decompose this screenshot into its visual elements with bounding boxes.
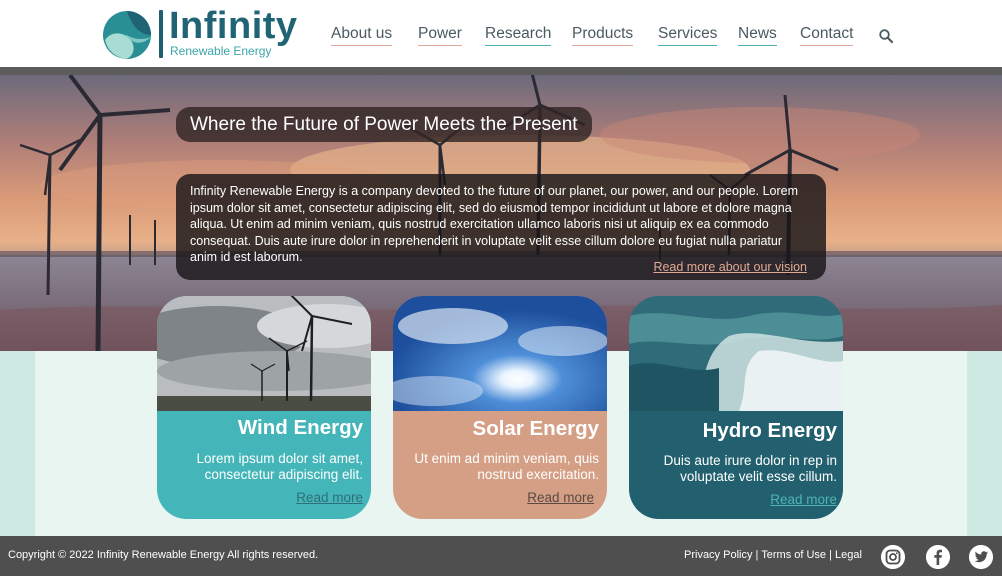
solar-energy-card: Solar Energy Ut enim ad minim veniam, qu… <box>393 296 607 519</box>
logo-mark-icon <box>103 11 151 59</box>
hero-headline: Where the Future of Power Meets the Pres… <box>176 107 592 142</box>
site-footer: Copyright © 2022 Infinity Renewable Ener… <box>0 536 1002 576</box>
hydro-energy-card: Hydro Energy Duis aute irure dolor in re… <box>629 296 843 519</box>
wind-read-more-link[interactable]: Read more <box>296 490 363 505</box>
wind-energy-photo <box>157 296 371 411</box>
hydro-energy-title: Hydro Energy <box>702 419 837 442</box>
copyright-text: Copyright © 2022 Infinity Renewable Ener… <box>8 549 319 561</box>
nav-item-about-us[interactable]: About us <box>331 24 393 46</box>
wind-energy-text: Lorem ipsum dolor sit amet, consectetur … <box>196 451 363 482</box>
brand-tagline: Renewable Energy <box>170 44 272 58</box>
legal-links: Privacy Policy | Terms of Use | Legal <box>684 549 862 561</box>
hydro-energy-text: Duis aute irure dolor in rep in voluptat… <box>663 453 837 484</box>
header-divider <box>0 67 1002 75</box>
nav-item-news[interactable]: News <box>738 24 777 46</box>
legal-separator: | <box>829 549 832 561</box>
twitter-icon[interactable] <box>969 545 993 569</box>
brand-logo[interactable]: Infinity Renewable Energy <box>102 5 302 60</box>
hero-intro-text: Infinity Renewable Energy is a company d… <box>190 184 799 264</box>
solar-energy-title: Solar Energy <box>472 417 599 440</box>
legal-link[interactable]: Legal <box>835 549 862 561</box>
terms-of-use-link[interactable]: Terms of Use <box>761 549 826 561</box>
nav-item-services[interactable]: Services <box>658 24 718 46</box>
wind-energy-title: Wind Energy <box>237 416 363 439</box>
hydro-read-more-link[interactable]: Read more <box>770 492 837 507</box>
hydro-energy-photo <box>629 296 843 411</box>
instagram-icon[interactable] <box>881 545 905 569</box>
hero-intro-panel: Infinity Renewable Energy is a company d… <box>176 174 826 280</box>
legal-separator: | <box>755 549 759 561</box>
facebook-icon[interactable] <box>926 545 950 569</box>
nav-item-research[interactable]: Research <box>485 24 552 46</box>
brand-name: Infinity <box>169 5 298 47</box>
wind-energy-card: Wind Energy Lorem ipsum dolor sit amet, … <box>157 296 371 519</box>
privacy-policy-link[interactable]: Privacy Policy <box>684 549 752 561</box>
solar-energy-photo <box>393 296 607 411</box>
site-header: Infinity Renewable Energy About us Power… <box>0 0 1002 67</box>
read-more-vision-link[interactable]: Read more about our vision <box>653 260 807 274</box>
logo-divider <box>159 10 163 58</box>
nav-item-contact[interactable]: Contact <box>800 24 854 46</box>
search-icon[interactable] <box>878 28 894 44</box>
solar-read-more-link[interactable]: Read more <box>527 490 594 505</box>
solar-energy-text: Ut enim ad minim veniam, quis nostrud ex… <box>414 451 599 482</box>
nav-item-power[interactable]: Power <box>418 24 462 46</box>
nav-item-products[interactable]: Products <box>572 24 634 46</box>
